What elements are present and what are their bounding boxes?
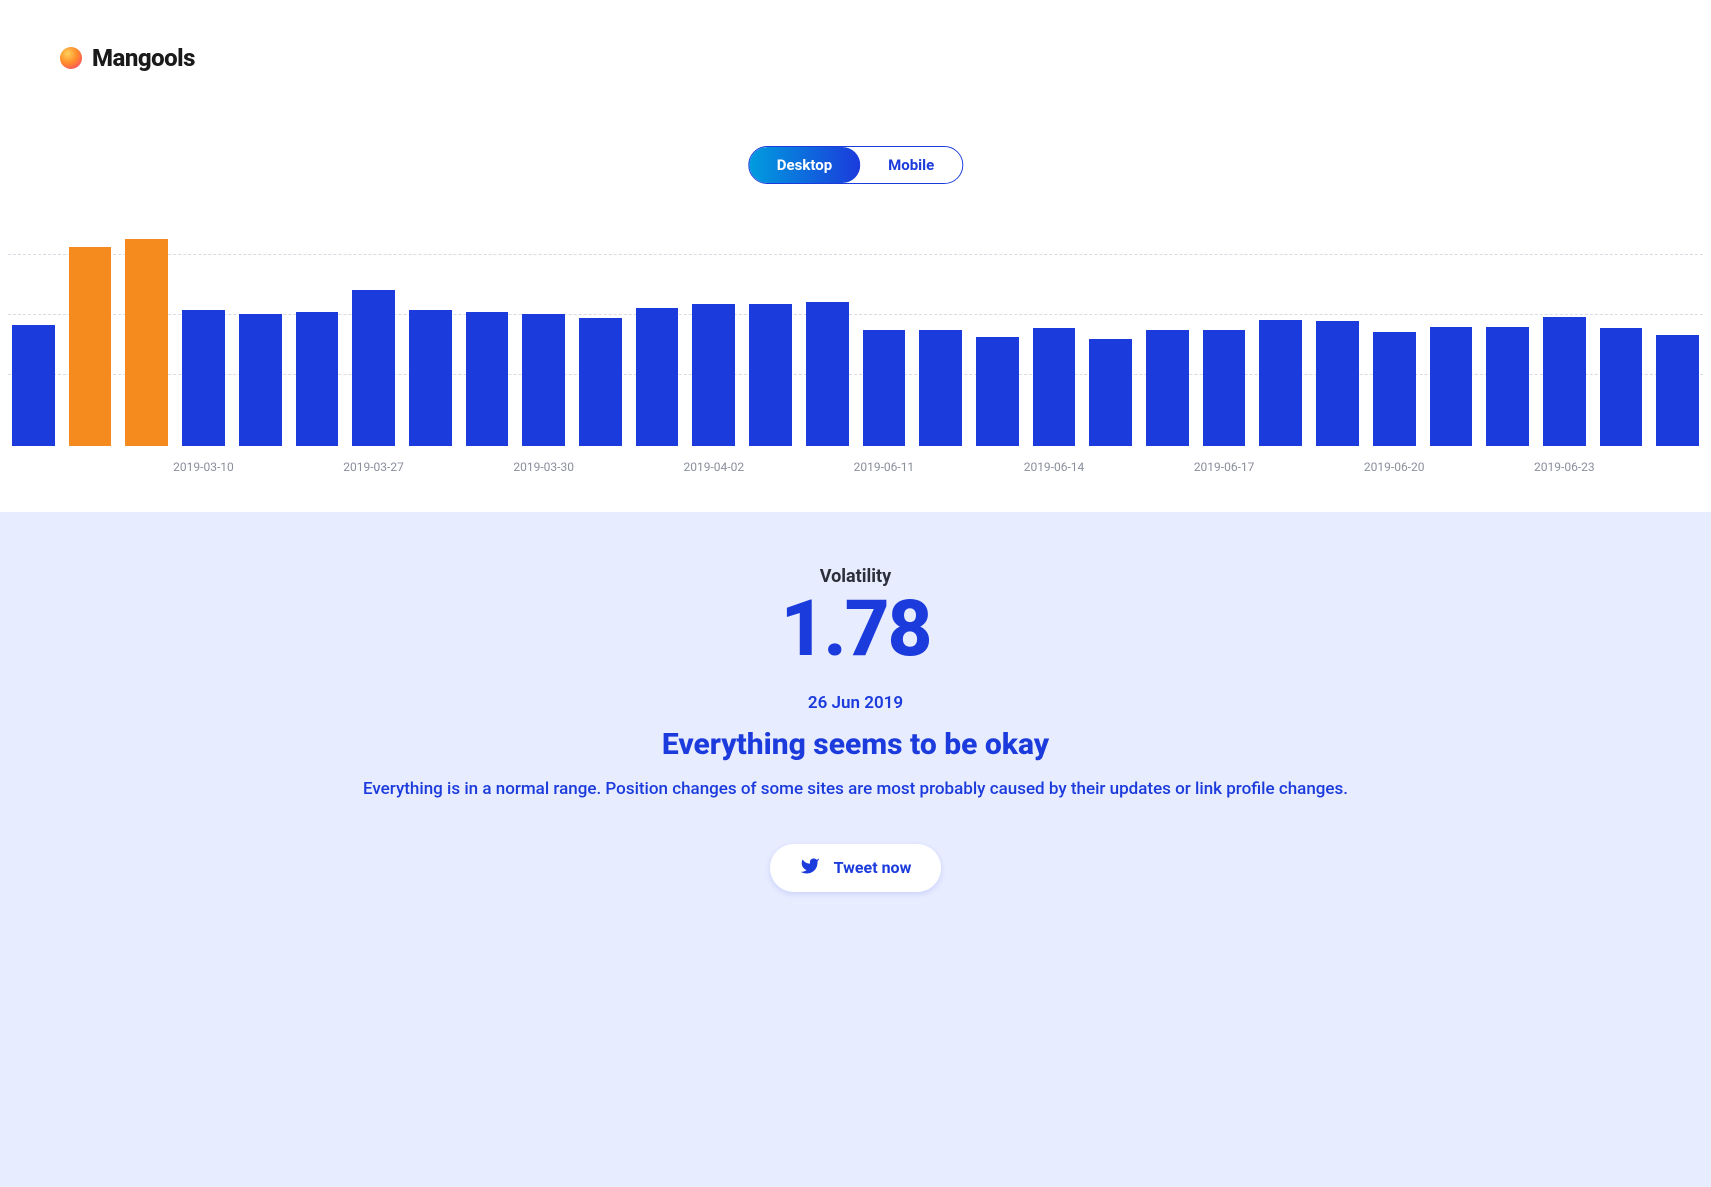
brand-logo[interactable]: Mangools xyxy=(60,44,195,72)
volatility-description: Everything is in a normal range. Positio… xyxy=(306,778,1406,802)
chart-xlabel-slot xyxy=(636,454,679,494)
volatility-chart: 2019-03-10 2019-03-27 2019-03-30 2019-04-02… xyxy=(0,234,1711,494)
chart-bar[interactable] xyxy=(1146,330,1189,446)
toggle-mobile[interactable]: Mobile xyxy=(860,147,962,183)
tweet-button-label: Tweet now xyxy=(834,858,912,877)
chart-xlabel: 2019-03-27 xyxy=(343,460,404,474)
chart-xlabel: 2019-06-23 xyxy=(1534,460,1595,474)
chart-bar[interactable] xyxy=(466,312,509,446)
chart-bar[interactable] xyxy=(863,330,906,446)
chart-bar[interactable] xyxy=(692,304,735,446)
chart-bar[interactable] xyxy=(409,310,452,446)
chart-bar[interactable] xyxy=(1203,330,1246,446)
chart-xlabel-slot xyxy=(749,454,792,494)
chart-xlabel: 2019-04-02 xyxy=(683,460,744,474)
chart-xlabel-slot: 2019-06-23 xyxy=(1543,454,1586,494)
chart-bar[interactable] xyxy=(1430,327,1473,446)
chart-xlabel-slot xyxy=(1259,454,1302,494)
chart-xlabel-slot xyxy=(1146,454,1189,494)
chart-bar[interactable] xyxy=(1316,321,1359,446)
brand-logo-icon xyxy=(60,47,82,69)
chart-bar[interactable] xyxy=(12,325,55,446)
chart-xlabel-slot xyxy=(976,454,1019,494)
chart-bar[interactable] xyxy=(296,312,339,446)
chart-xlabel-slot xyxy=(409,454,452,494)
chart-xlabel-slot xyxy=(69,454,112,494)
chart-bar[interactable] xyxy=(1089,339,1132,446)
chart-xlabel-slot xyxy=(239,454,282,494)
chart-xlabel-slot xyxy=(125,454,168,494)
chart-xlabel-slot: 2019-03-10 xyxy=(182,454,225,494)
volatility-value: 1.78 xyxy=(0,589,1711,671)
chart-xlabel-slot xyxy=(1486,454,1529,494)
chart-xlabel: 2019-06-17 xyxy=(1194,460,1255,474)
chart-bar[interactable] xyxy=(1373,332,1416,446)
chart-bar[interactable] xyxy=(1033,328,1076,446)
chart-xlabel-slot xyxy=(1600,454,1643,494)
chart-xlabel-slot: 2019-03-30 xyxy=(522,454,565,494)
chart-bar[interactable] xyxy=(69,247,112,446)
chart-xlabel-slot xyxy=(296,454,339,494)
chart-xlabel: 2019-03-30 xyxy=(513,460,574,474)
chart-bar[interactable] xyxy=(806,302,849,446)
chart-xlabel-slot: 2019-04-02 xyxy=(692,454,735,494)
chart-xlabel-slot xyxy=(466,454,509,494)
chart-xlabel-slot: 2019-06-11 xyxy=(863,454,906,494)
chart-bar[interactable] xyxy=(1600,328,1643,446)
chart-bar[interactable] xyxy=(749,304,792,446)
chart-bar[interactable] xyxy=(1543,317,1586,446)
chart-xlabel-slot xyxy=(579,454,622,494)
volatility-headline: Everything seems to be okay xyxy=(0,727,1711,762)
chart-bar[interactable] xyxy=(1486,327,1529,446)
device-toggle: Desktop Mobile xyxy=(748,146,963,184)
chart-xlabel-slot xyxy=(1089,454,1132,494)
chart-xlabel-slot xyxy=(12,454,55,494)
chart-xlabel: 2019-06-14 xyxy=(1024,460,1085,474)
brand-name: Mangools xyxy=(92,44,195,72)
twitter-icon xyxy=(800,856,820,880)
chart-xlabel-slot: 2019-06-20 xyxy=(1373,454,1416,494)
chart-bar[interactable] xyxy=(976,337,1019,446)
chart-bar[interactable] xyxy=(182,310,225,446)
chart-xlabel-slot: 2019-06-14 xyxy=(1033,454,1076,494)
chart-xlabel-slot xyxy=(806,454,849,494)
chart-bar[interactable] xyxy=(1656,335,1699,446)
chart-xlabel-slot: 2019-03-27 xyxy=(352,454,395,494)
tweet-button[interactable]: Tweet now xyxy=(770,844,942,892)
toggle-desktop[interactable]: Desktop xyxy=(749,147,860,183)
chart-bar[interactable] xyxy=(579,318,622,446)
chart-xlabel-slot xyxy=(1430,454,1473,494)
chart-xlabel: 2019-06-20 xyxy=(1364,460,1425,474)
chart-xlabel-slot xyxy=(1656,454,1699,494)
chart-bar[interactable] xyxy=(239,314,282,447)
volatility-summary: Volatility 1.78 26 Jun 2019 Everything s… xyxy=(0,512,1711,1187)
chart-bar[interactable] xyxy=(919,330,962,446)
chart-xlabel-slot xyxy=(1316,454,1359,494)
chart-bar[interactable] xyxy=(125,239,168,446)
chart-bar[interactable] xyxy=(1259,320,1302,446)
volatility-date: 26 Jun 2019 xyxy=(0,693,1711,713)
chart-xlabel: 2019-03-10 xyxy=(173,460,234,474)
chart-bar[interactable] xyxy=(636,308,679,446)
chart-bar[interactable] xyxy=(352,290,395,446)
chart-xlabel: 2019-06-11 xyxy=(854,460,915,474)
chart-xlabel-slot: 2019-06-17 xyxy=(1203,454,1246,494)
chart-xlabel-slot xyxy=(919,454,962,494)
chart-bar[interactable] xyxy=(522,314,565,447)
